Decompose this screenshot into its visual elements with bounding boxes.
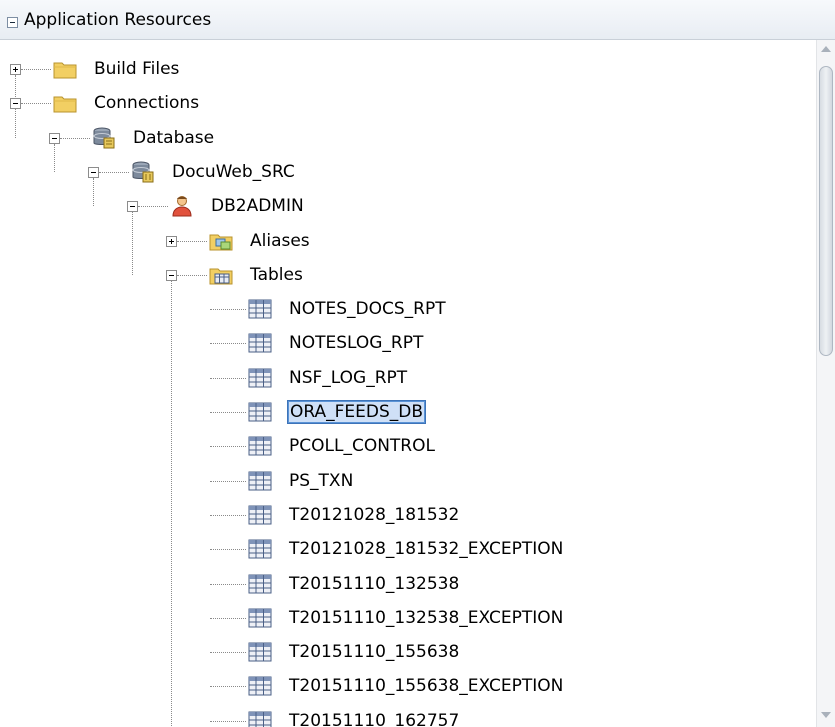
- tree-node-t9[interactable]: T20151110_132538: [287, 572, 461, 596]
- table-icon: [248, 470, 272, 492]
- scroll-down-icon[interactable]: [821, 712, 831, 718]
- table-icon: [248, 675, 272, 697]
- folder-icon: [53, 58, 77, 80]
- tree-connector-line: [177, 240, 207, 242]
- scrollbar-thumb[interactable]: [819, 66, 833, 356]
- panel-header: Application Resources: [0, 0, 835, 40]
- tree-node-t7[interactable]: T20121028_181532: [287, 503, 461, 527]
- tree-node-t4[interactable]: ORA_FEEDS_DB: [287, 400, 427, 424]
- tree-connector-line: [93, 177, 94, 207]
- tree-connector-line: [99, 171, 129, 173]
- tree-node-t8[interactable]: T20121028_181532_EXCEPTION: [287, 537, 565, 561]
- tree-node-connections[interactable]: Connections: [92, 91, 201, 115]
- tree-connector-line: [210, 343, 246, 345]
- table-icon: [248, 641, 272, 663]
- tree-connector-line: [210, 720, 246, 722]
- database-icon: [92, 127, 116, 149]
- tree-connector-line: [60, 137, 90, 139]
- tree-node-build-files[interactable]: Build Files: [92, 57, 181, 81]
- tree-connector-line: [210, 446, 246, 448]
- tree-connector-line: [15, 109, 16, 138]
- tree-node-t6[interactable]: PS_TXN: [287, 469, 355, 493]
- panel-title: Application Resources: [24, 10, 212, 30]
- tree-connector-line: [138, 206, 168, 208]
- tree-connector-line: [210, 617, 246, 619]
- tree-node-t12[interactable]: T20151110_155638_EXCEPTION: [287, 674, 565, 698]
- tree-node-t10[interactable]: T20151110_132538_EXCEPTION: [287, 606, 565, 630]
- table-icon: [248, 367, 272, 389]
- table-icon: [248, 504, 272, 526]
- tree-connector-line: [171, 280, 172, 727]
- tree-connector-line: [210, 549, 246, 551]
- table-icon: [248, 435, 272, 457]
- tree-connector-line: [132, 212, 133, 275]
- tree-connector-line: [21, 69, 51, 70]
- tree-connector-line: [210, 652, 246, 654]
- scroll-up-icon[interactable]: [821, 46, 831, 52]
- table-icon: [248, 607, 272, 629]
- table-icon: [248, 298, 272, 320]
- tree-node-t3[interactable]: NSF_LOG_RPT: [287, 366, 409, 390]
- table-icon: [248, 332, 272, 354]
- tree-connector-line: [210, 412, 246, 413]
- tree-node-database[interactable]: Database: [131, 126, 216, 150]
- tree-node-db2admin[interactable]: DB2ADMIN: [209, 194, 306, 218]
- vertical-scrollbar[interactable]: [816, 40, 835, 727]
- tree-node-t5[interactable]: PCOLL_CONTROL: [287, 434, 437, 458]
- tables-folder-icon: [209, 264, 233, 286]
- database-connection-icon: [131, 161, 155, 183]
- tree-connector-line: [210, 309, 246, 311]
- tree-connector-line: [210, 686, 246, 688]
- collapse-icon[interactable]: [166, 269, 177, 281]
- aliases-folder-icon: [209, 230, 233, 252]
- tree-connector-line: [54, 143, 55, 172]
- tree-node-t11[interactable]: T20151110_155638: [287, 640, 461, 664]
- tree-connector-line: [210, 583, 246, 585]
- tree-connector-line: [210, 480, 246, 482]
- tree-connector-line: [15, 75, 16, 98]
- table-icon: [248, 538, 272, 560]
- tree-node-tables[interactable]: Tables: [248, 263, 305, 287]
- collapse-icon[interactable]: [88, 166, 99, 178]
- tree-node-t2[interactable]: NOTESLOG_RPT: [287, 331, 425, 355]
- collapse-icon[interactable]: [49, 132, 60, 144]
- expand-icon[interactable]: [166, 235, 177, 247]
- tree-node-t13[interactable]: T20151110_162757: [287, 709, 461, 727]
- collapse-icon[interactable]: [127, 201, 138, 213]
- tree-connector-line: [177, 274, 207, 276]
- resource-tree[interactable]: Build Files Connections Database DocuWeb_SR…: [0, 40, 816, 727]
- folder-icon: [53, 92, 77, 114]
- table-icon: [248, 710, 272, 727]
- tree-node-docuweb-src[interactable]: DocuWeb_SRC: [170, 160, 297, 184]
- collapse-panel-icon[interactable]: [7, 17, 18, 28]
- schema-user-icon: [170, 195, 194, 217]
- expand-icon[interactable]: [10, 64, 21, 75]
- tree-connector-line: [210, 377, 246, 379]
- table-icon: [248, 401, 272, 423]
- tree-connector-line: [210, 514, 246, 516]
- collapse-icon[interactable]: [10, 98, 21, 110]
- tree-connector-line: [21, 103, 51, 105]
- table-icon: [248, 573, 272, 595]
- tree-node-aliases[interactable]: Aliases: [248, 229, 312, 253]
- tree-node-t1[interactable]: NOTES_DOCS_RPT: [287, 297, 448, 321]
